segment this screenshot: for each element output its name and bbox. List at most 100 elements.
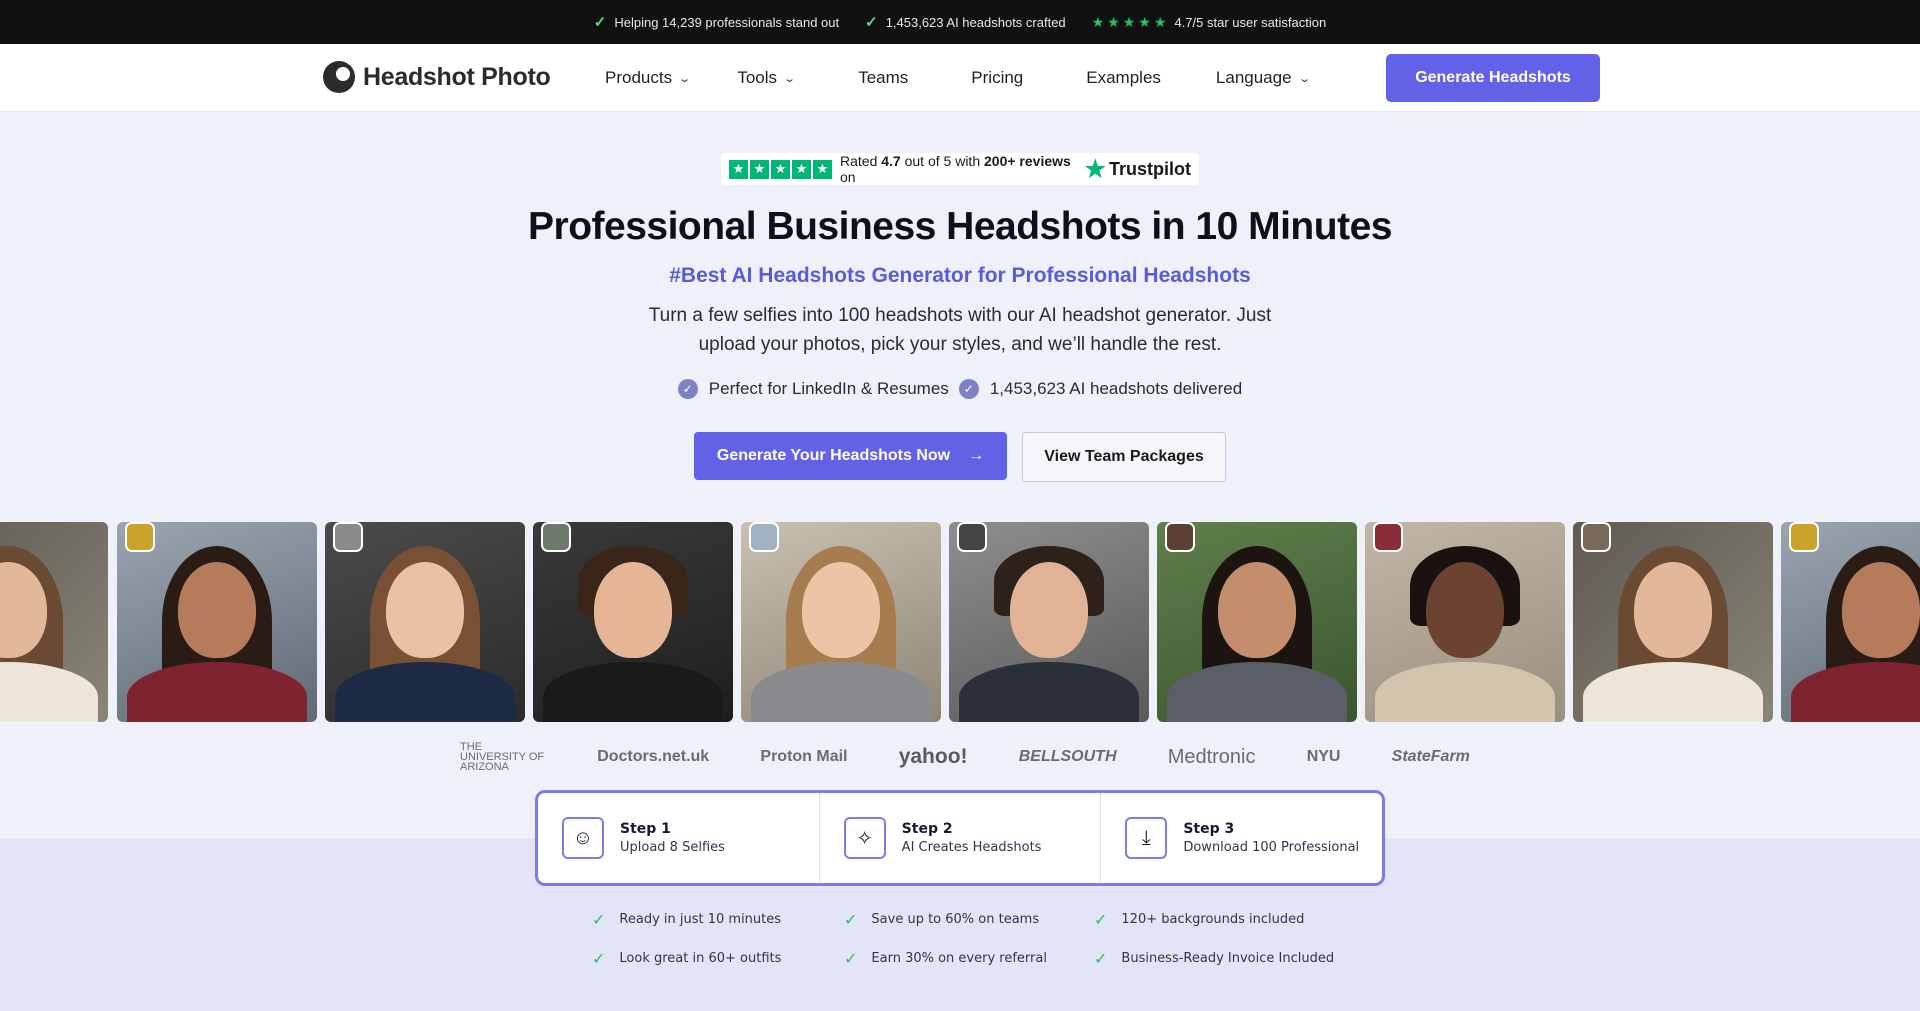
star-icon: ★ — [1138, 13, 1151, 30]
logo-bellsouth: BELLSOUTH — [1018, 748, 1117, 765]
download-icon: ⤓ — [1125, 817, 1168, 859]
check-icon: ✓ — [592, 910, 606, 929]
benefit-label: Look great in 60+ outfits — [619, 951, 782, 966]
nav-item-label: Products — [605, 68, 673, 87]
check-icon: ✓ — [844, 910, 858, 929]
logo-state-farm: StateFarm — [1391, 748, 1470, 765]
step-title: Step 2 — [901, 821, 953, 837]
headshot-photo — [949, 522, 1149, 722]
smile-icon: ☺ — [562, 817, 604, 859]
star-icon: ★ — [1153, 13, 1167, 30]
hero-description: Turn a few selfies into 100 headshots wi… — [648, 305, 1272, 355]
trustpilot-middle: out of 5 with — [904, 153, 981, 169]
benefit-label: Ready in just 10 minutes — [619, 912, 782, 927]
nav-item-language[interactable]: Language ⌄ — [1216, 68, 1311, 88]
star-icon: ★ — [1107, 13, 1120, 30]
benefit-item: ✓ Look great in 60+ outfits — [592, 949, 844, 968]
generate-now-label: Generate Your Headshots Now — [716, 447, 951, 464]
step-title: Step 1 — [620, 821, 671, 837]
trustpilot-suffix: on — [840, 169, 856, 185]
trustpilot-stars: ★ ★ ★ ★ ★ — [729, 159, 832, 179]
step-desc: Download 100 Professional — [1183, 840, 1360, 855]
nav-item-products[interactable]: Products ⌄ — [605, 68, 692, 88]
benefit-item: ✓ Ready in just 10 minutes — [592, 910, 844, 929]
check-icon: ✓ — [1094, 949, 1108, 968]
check-circle-icon: ✓ — [958, 379, 979, 399]
trustpilot-badge[interactable]: ★ ★ ★ ★ ★ Rated 4.7 out of 5 with 200+ r… — [721, 153, 1199, 185]
hero-subtitle: #Best AI Headshots Generator for Profess… — [669, 264, 1251, 287]
headshot-photo — [1365, 522, 1565, 722]
announcement-text: Helping 14,239 professionals stand out — [614, 14, 840, 30]
check-icon: ✓ — [844, 949, 858, 968]
check-circle-icon: ✓ — [677, 379, 698, 399]
selfie-thumbnail — [1789, 522, 1819, 552]
selfie-thumbnail — [333, 522, 363, 552]
nav-item-teams[interactable]: Teams — [858, 68, 908, 88]
star-icon: ★ — [792, 159, 811, 179]
benefit-label: Save up to 60% on teams — [871, 912, 1040, 927]
announcement-item: ✓ 1,453,623 AI headshots crafted — [865, 13, 1066, 31]
step-desc: Upload 8 Selfies — [620, 840, 725, 855]
chevron-down-icon: ⌄ — [1297, 72, 1311, 85]
step-item: ✧ Step 2 AI Creates Headshots — [818, 793, 1101, 883]
nav-item-label: Tools — [737, 68, 777, 87]
headshot-gallery — [0, 522, 1920, 722]
headshot-photo — [741, 522, 941, 722]
selfie-thumbnail — [749, 522, 779, 552]
generate-now-button[interactable]: Generate Your Headshots Now → — [694, 432, 1007, 480]
nav-item-pricing[interactable]: Pricing — [971, 68, 1023, 88]
arrow-right-icon: → — [968, 447, 985, 464]
nav-item-label: Teams — [858, 68, 909, 87]
step-item: ☺ Step 1 Upload 8 Selfies — [538, 793, 819, 883]
benefit-item: ✓ Business-Ready Invoice Included — [1094, 949, 1344, 968]
check-icon: ✓ — [1094, 910, 1108, 929]
hero-feature-label: Perfect for LinkedIn & Resumes — [708, 379, 949, 398]
star-icon: ★ — [1091, 13, 1105, 30]
nav-item-tools[interactable]: Tools ⌄ — [737, 68, 797, 88]
nav-menu: Products ⌄ Tools ⌄ Teams Pricing Example… — [605, 44, 1311, 112]
logo-medtronic: Medtronic — [1167, 745, 1256, 768]
logo[interactable]: Headshot Photo — [323, 61, 551, 93]
logo-doctors-net: Doctors.net.uk — [597, 748, 710, 765]
trustpilot-star-icon: ★ — [1084, 155, 1106, 183]
nav-item-examples[interactable]: Examples — [1086, 68, 1161, 88]
benefit-label: Earn 30% on every referral — [871, 951, 1047, 966]
selfie-thumbnail — [1581, 522, 1611, 552]
announcement-item: ✓ Helping 14,239 professionals stand out — [594, 13, 839, 31]
star-icon: ★ — [750, 159, 769, 179]
headshot-photo — [0, 522, 108, 722]
star-icon: ★ — [1122, 13, 1136, 30]
nav-item-label: Pricing — [971, 68, 1024, 87]
view-team-packages-button[interactable]: View Team Packages — [1022, 432, 1226, 482]
hero-feature: ✓ Perfect for LinkedIn & Resumes — [677, 379, 949, 399]
headshot-photo — [1781, 522, 1920, 722]
step-desc: AI Creates Headshots — [901, 840, 1042, 855]
headshot-photo — [533, 522, 733, 722]
announcement-text: 1,453,623 AI headshots crafted — [885, 14, 1066, 30]
selfie-thumbnail — [125, 522, 155, 552]
headshot-photo — [1573, 522, 1773, 722]
hero-feature-label: 1,453,623 AI headshots delivered — [989, 379, 1243, 398]
steps-card: ☺ Step 1 Upload 8 Selfies ✧ Step 2 AI Cr… — [535, 790, 1385, 886]
nav-item-label: Examples — [1086, 68, 1161, 87]
chevron-down-icon: ⌄ — [678, 72, 692, 85]
hero-feature: ✓ 1,453,623 AI headshots delivered — [958, 379, 1243, 399]
generate-headshots-button[interactable]: Generate Headshots — [1386, 54, 1600, 102]
selfie-thumbnail — [1165, 522, 1195, 552]
selfie-thumbnail — [1373, 522, 1403, 552]
rating-text: 4.7/5 star user satisfaction — [1174, 14, 1327, 30]
trustpilot-text: Rated 4.7 out of 5 with 200+ reviews on — [840, 153, 1072, 185]
headshot-photo — [325, 522, 525, 722]
client-logos: THE UNIVERSITY OF ARIZONA Doctors.net.uk… — [460, 742, 1470, 773]
trustpilot-brand: Trustpilot — [1109, 158, 1191, 179]
main-nav: Headshot Photo Products ⌄ Tools ⌄ Teams … — [0, 44, 1920, 112]
benefit-item: ✓ Save up to 60% on teams — [844, 910, 1094, 929]
benefit-label: Business-Ready Invoice Included — [1121, 951, 1335, 966]
star-icon: ★ — [813, 159, 832, 179]
chevron-down-icon: ⌄ — [783, 72, 797, 85]
announcement-rating: ★ ★ ★ ★ ★ 4.7/5 star user satisfaction — [1092, 14, 1327, 31]
logo-text: Headshot Photo — [363, 62, 551, 91]
check-icon: ✓ — [865, 14, 878, 31]
rating-stars: ★ ★ ★ ★ ★ — [1092, 14, 1167, 31]
logo-nyu: NYU — [1306, 748, 1341, 765]
